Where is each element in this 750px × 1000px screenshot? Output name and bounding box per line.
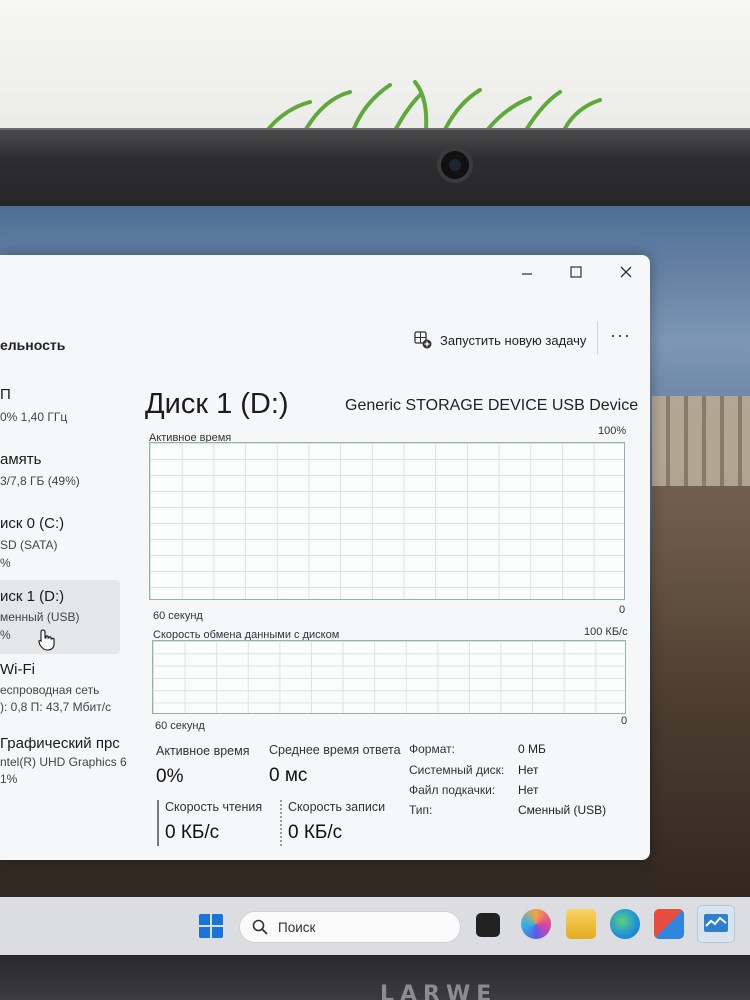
transfer-rate-graph [152,640,626,714]
read-speed-label: Скорость чтения [165,800,263,814]
task-view-icon[interactable] [476,913,500,937]
active-time-graph-duration: 60 секунд [153,610,203,622]
active-time-graph [149,442,625,600]
windows-start-icon[interactable] [198,913,224,939]
prop-type-value: Сменный (USB) [518,803,607,817]
prop-page-file-key: Файл подкачки: [409,783,496,797]
sidebar-item-rate: ): 0,8 П: 43,7 Мбит/с [0,700,112,714]
laptop-brand-logo: LARWE [380,982,498,1000]
read-speed-value: 0 КБ/с [165,822,220,843]
run-new-task-button[interactable]: Запустить новую задачу [414,327,586,353]
write-speed-indicator [280,800,282,846]
run-new-task-label: Запустить новую задачу [440,332,587,348]
taskbar-search[interactable]: Поиск [239,911,461,943]
response-time-label: Среднее время ответа [269,743,401,757]
laptop-bezel-top [0,128,750,206]
page-title: ельность [0,337,66,353]
sidebar-item-gpu[interactable]: Графический прс ntel(R) UHD Graphics 6 1… [0,729,127,803]
new-task-icon [414,331,432,349]
sidebar-item-sub: менный (USB) [0,610,80,624]
transfer-rate-graph-max: 100 КБ/с [584,626,628,638]
sidebar-item-cpu[interactable]: П 0% 1,40 ГГц [0,380,120,454]
sidebar-item-memory[interactable]: амять 3/7,8 ГБ (49%) [0,445,120,519]
disk-model: Generic STORAGE DEVICE USB Device [345,397,639,414]
wallpaper-town [652,396,750,486]
copilot-icon[interactable] [521,909,551,939]
taskbar: Поиск [0,897,750,955]
active-time-label: Активное время [156,744,250,758]
maximize-button[interactable] [553,259,599,285]
minimize-icon [522,273,532,275]
sidebar-item-sub: 3/7,8 ГБ (49%) [0,474,80,488]
maximize-icon [570,266,582,278]
active-time-graph-max: 100% [598,425,627,437]
active-time-graph-min: 0 [619,604,626,616]
active-time-value: 0% [156,766,184,787]
close-icon [620,266,632,278]
prop-page-file-value: Нет [518,783,539,797]
file-explorer-icon[interactable] [566,909,596,939]
hand-cursor-icon [38,629,55,651]
sidebar-item-wifi[interactable]: Wi-Fi еспроводная сеть ): 0,8 П: 43,7 Мб… [0,655,120,729]
search-icon [252,919,268,935]
task-manager-window: ельность Запустить новую задачу ··· П 0%… [0,255,650,860]
sidebar-item-label: иск 1 (D:) [0,588,65,605]
response-time-value: 0 мс [269,765,308,786]
sidebar-item-usage: % [0,556,11,570]
sidebar-item-disk1[interactable]: иск 1 (D:) менный (USB) % [0,580,120,654]
transfer-rate-graph-min: 0 [621,715,628,727]
title-bar [0,255,650,287]
search-placeholder: Поиск [278,919,316,935]
prop-system-disk-value: Нет [518,763,539,777]
sidebar-item-label: Графический прс [0,735,120,752]
performance-chart-icon [704,914,728,932]
sidebar-item-label: амять [0,451,42,468]
toolbar-separator [597,321,598,355]
more-options-button[interactable]: ··· [610,325,631,346]
transfer-rate-graph-duration: 60 секунд [155,720,205,732]
task-manager-taskbar-icon[interactable] [697,905,735,943]
sidebar-item-label: Wi-Fi [0,661,35,678]
edge-browser-icon[interactable] [610,909,640,939]
close-button[interactable] [603,259,649,285]
sidebar-item-label: П [0,386,11,403]
prop-format-key: Формат: [409,742,455,756]
prop-type-key: Тип: [409,803,433,817]
write-speed-label: Скорость записи [288,800,386,814]
sidebar-item-sub: ntel(R) UHD Graphics 6 [0,755,127,769]
prop-format-value: 0 МБ [518,742,546,756]
sidebar-item-label: иск 0 (C:) [0,515,65,532]
sidebar-item-usage: 1% [0,772,18,786]
laptop-bezel-bottom [0,956,750,1000]
store-icon[interactable] [654,909,684,939]
sidebar-item-sub: 0% 1,40 ГГц [0,410,68,424]
sidebar-item-sub: еспроводная сеть [0,683,100,697]
read-speed-indicator [157,800,159,846]
webcam [437,147,473,183]
minimize-button[interactable] [504,259,550,285]
sidebar-item-usage: % [0,628,11,642]
prop-system-disk-key: Системный диск: [409,763,505,777]
sidebar-item-disk0[interactable]: иск 0 (C:) SD (SATA) % [0,509,120,583]
write-speed-value: 0 КБ/с [288,822,343,843]
sidebar-item-sub: SD (SATA) [0,538,58,552]
disk-title: Диск 1 (D:) [145,388,289,420]
